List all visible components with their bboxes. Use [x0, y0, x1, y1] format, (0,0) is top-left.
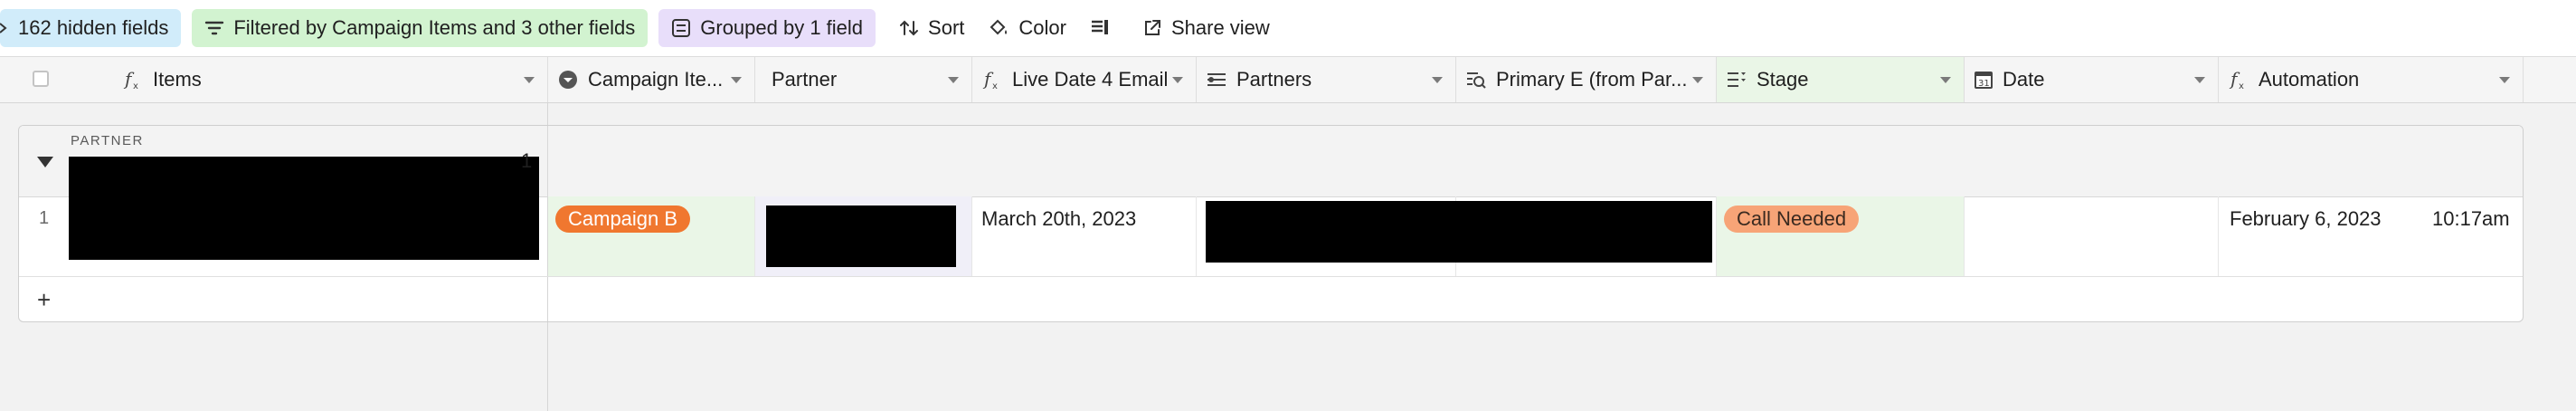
header-select-all: [0, 57, 109, 102]
column-header-label: Date: [2003, 68, 2045, 91]
chevron-down-icon[interactable]: [948, 76, 959, 83]
cell-primary-e[interactable]: [1456, 196, 1717, 276]
automation-date-value: February 6, 2023: [2230, 207, 2382, 230]
cell-partner[interactable]: [755, 196, 972, 276]
chevron-down-icon[interactable]: [2499, 76, 2510, 83]
view-toolbar: 162 hidden fields Filtered by Campaign I…: [0, 0, 2576, 57]
group-field-label: PARTNER: [71, 133, 144, 148]
group-button[interactable]: Grouped by 1 field: [658, 9, 876, 47]
automation-time-value: 10:17am: [2432, 207, 2510, 230]
record-group: PARTNER 1 1 Campaign B March 20th, 2023 …: [18, 125, 2524, 322]
add-record-button[interactable]: +: [19, 277, 547, 321]
chevron-down-icon[interactable]: [2194, 76, 2205, 83]
svg-text:x: x: [992, 81, 998, 91]
group-header: PARTNER 1: [19, 126, 2523, 197]
table-row[interactable]: 1 Campaign B March 20th, 2023 Call Neede…: [19, 196, 2523, 277]
chevron-down-icon[interactable]: [731, 76, 742, 83]
chevron-down-icon[interactable]: [1940, 76, 1951, 83]
linked-records-icon: [1208, 73, 1226, 86]
filter-button[interactable]: Filtered by Campaign Items and 3 other f…: [192, 9, 649, 47]
calendar-icon: 31: [1975, 72, 1993, 89]
add-row-divider: [547, 277, 548, 321]
svg-text:31: 31: [1978, 79, 1990, 89]
eye-off-icon: [0, 23, 7, 33]
paint-bucket-icon: [990, 19, 1008, 35]
group-label: Grouped by 1 field: [700, 16, 864, 39]
column-header-automation[interactable]: fx Automation: [2219, 57, 2524, 102]
column-header-partner[interactable]: Partner: [755, 57, 972, 102]
color-button[interactable]: Color: [988, 9, 1066, 47]
column-header-stage[interactable]: Stage: [1717, 57, 1965, 102]
add-row-icon: +: [37, 286, 52, 313]
cell-automation[interactable]: February 6, 2023 10:17am: [2219, 196, 2523, 276]
column-header-label: Primary E (from Par...: [1496, 68, 1688, 91]
group-icon: [672, 19, 691, 37]
svg-text:x: x: [133, 81, 138, 91]
formula-icon: fx: [123, 69, 138, 91]
redacted-group-value: [69, 157, 539, 196]
cell-stage[interactable]: Call Needed: [1717, 196, 1965, 276]
row-height-icon: [1091, 20, 1108, 34]
share-view-label: Share view: [1170, 16, 1270, 39]
column-header-label: Partner: [772, 68, 838, 91]
cell-partners[interactable]: [1197, 196, 1712, 276]
column-header-label: Stage: [1757, 68, 1809, 91]
row-primary-cell[interactable]: 1: [19, 196, 548, 276]
formula-icon: fx: [982, 69, 998, 91]
share-icon: [1144, 20, 1160, 35]
column-header-label: Items: [153, 68, 202, 91]
column-header-label: Automation: [2259, 68, 2360, 91]
stage-pill: Call Needed: [1724, 206, 1860, 233]
column-header-label: Live Date 4 Email: [1012, 68, 1169, 91]
hidden-fields-label: 162 hidden fields: [18, 16, 169, 39]
lookup-icon: [1467, 72, 1486, 89]
chevron-down-icon[interactable]: [524, 76, 535, 83]
cell-campaign-items[interactable]: Campaign B: [548, 196, 755, 276]
color-label: Color: [1018, 16, 1066, 39]
column-header-live-date[interactable]: fx Live Date 4 Email: [972, 57, 1197, 102]
redacted-partner-value: [766, 206, 956, 267]
hidden-fields-button[interactable]: 162 hidden fields: [0, 9, 182, 47]
collapse-group-icon[interactable]: [37, 157, 53, 167]
sort-button[interactable]: Sort: [899, 9, 964, 47]
column-header-items[interactable]: fx Items: [113, 57, 548, 102]
sort-icon: [900, 20, 919, 36]
formula-icon: fx: [2229, 69, 2244, 91]
column-header-date[interactable]: 31 Date: [1965, 57, 2219, 102]
share-view-button[interactable]: Share view: [1142, 9, 1270, 47]
grid-header: fx Items Campaign Ite... Partner fx Live…: [0, 57, 2576, 103]
filter-label: Filtered by Campaign Items and 3 other f…: [233, 16, 636, 39]
chevron-down-icon[interactable]: [1692, 76, 1703, 83]
group-header-divider: [547, 126, 548, 196]
group-record-count: 1: [521, 149, 533, 172]
single-select-icon: [1728, 72, 1746, 87]
column-header-label: Campaign Ite...: [588, 68, 724, 91]
cell-live-date[interactable]: March 20th, 2023: [972, 196, 1197, 276]
redacted-item-value: [69, 196, 539, 260]
filter-icon: [205, 21, 224, 35]
chevron-down-icon[interactable]: [1172, 76, 1183, 83]
chevron-down-icon[interactable]: [1432, 76, 1443, 83]
row-height-button[interactable]: [1090, 9, 1119, 47]
select-all-checkbox[interactable]: [33, 71, 49, 87]
svg-text:x: x: [2239, 81, 2244, 91]
live-date-value: March 20th, 2023: [981, 207, 1137, 230]
column-header-campaign-items[interactable]: Campaign Ite...: [548, 57, 755, 102]
sort-label: Sort: [928, 16, 965, 39]
dropdown-circle-icon: [559, 71, 577, 89]
cell-date[interactable]: [1965, 196, 2219, 276]
column-header-partners[interactable]: Partners: [1197, 57, 1456, 102]
campaign-pill: Campaign B: [555, 206, 691, 233]
column-header-label: Partners: [1236, 68, 1312, 91]
row-number: 1: [39, 208, 50, 228]
column-header-primary-e[interactable]: Primary E (from Par...: [1456, 57, 1717, 102]
